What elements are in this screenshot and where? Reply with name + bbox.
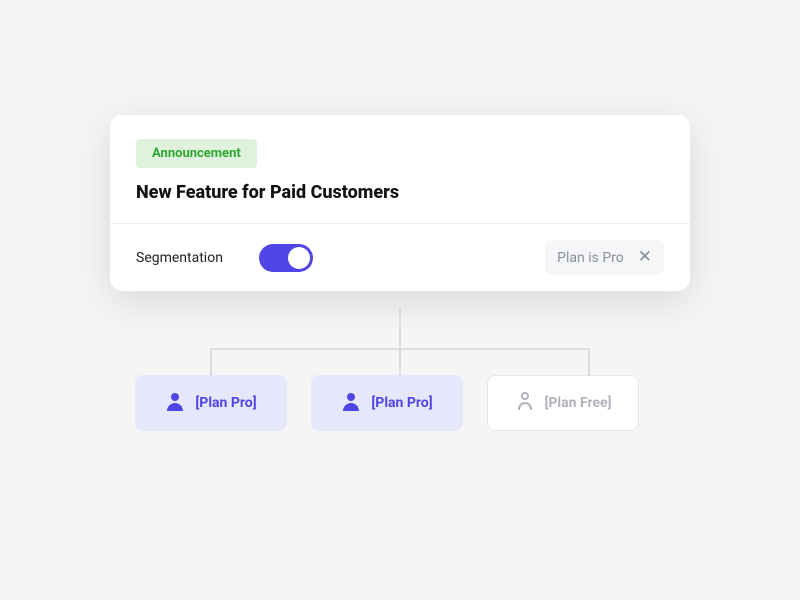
segment-node[interactable]: [Plan Pro] bbox=[135, 375, 287, 431]
segment-node-label: [Plan Free] bbox=[545, 395, 612, 411]
connector-line bbox=[399, 348, 401, 375]
filter-chip-label: Plan is Pro bbox=[557, 250, 624, 266]
segmentation-toggle[interactable] bbox=[259, 244, 313, 272]
announcement-card: Announcement New Feature for Paid Custom… bbox=[110, 115, 690, 291]
segmentation-label: Segmentation bbox=[136, 250, 223, 266]
announcement-badge: Announcement bbox=[136, 139, 257, 168]
segment-node-label: [Plan Pro] bbox=[371, 395, 432, 411]
user-icon bbox=[341, 393, 361, 413]
segment-node[interactable]: [Plan Free] bbox=[487, 375, 639, 431]
connector-line bbox=[210, 348, 212, 375]
user-icon bbox=[515, 392, 535, 414]
segment-nodes: [Plan Pro] [Plan Pro] [Plan Free] bbox=[135, 375, 639, 431]
segment-node-label: [Plan Pro] bbox=[195, 395, 256, 411]
filter-chip[interactable]: Plan is Pro ✕ bbox=[545, 240, 664, 275]
connector-line bbox=[399, 308, 401, 348]
segment-node[interactable]: [Plan Pro] bbox=[311, 375, 463, 431]
user-icon bbox=[165, 393, 185, 413]
close-icon[interactable]: ✕ bbox=[638, 249, 652, 266]
connector-line bbox=[588, 348, 590, 375]
card-title: New Feature for Paid Customers bbox=[136, 182, 664, 203]
